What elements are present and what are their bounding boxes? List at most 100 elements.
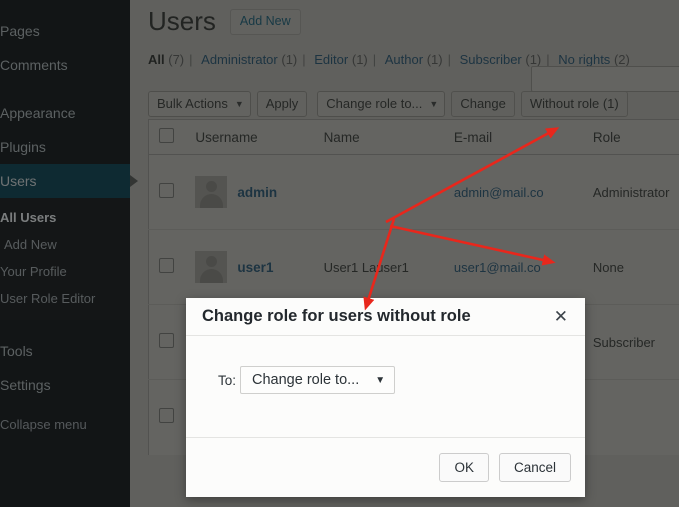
table-row: user1 User1 Lauser1 user1@mail.co None (149, 230, 679, 305)
cell-email: admin@mail.co (444, 155, 583, 230)
chevron-down-icon: ▼ (375, 375, 385, 386)
close-icon[interactable]: ✕ (551, 306, 571, 327)
filter-link-all[interactable]: All (148, 52, 165, 67)
row-checkbox[interactable] (159, 408, 174, 423)
sidebar-subitem-label: Add New (0, 237, 57, 252)
row-checkbox[interactable] (159, 183, 174, 198)
sidebar-submenu-users: All Users Add New Your Profile User Role… (0, 198, 130, 320)
sidebar-item-label: Pages (0, 23, 40, 39)
username-link[interactable]: admin (237, 185, 277, 200)
username-link[interactable]: user1 (237, 260, 273, 275)
sidebar-subitem-label: Your Profile (0, 264, 67, 279)
email-link[interactable]: user1@mail.co (454, 260, 541, 275)
search-input[interactable] (531, 66, 679, 92)
dialog-role-select-value: Change role to... (252, 372, 359, 388)
screenshot-root: Pages Comments Appearance Plugins Users … (0, 0, 679, 507)
sidebar-subitem-all-users[interactable]: All Users (0, 204, 130, 231)
column-header-role: Role (583, 120, 679, 155)
cell-name: User1 Lauser1 (314, 230, 444, 305)
sidebar-item-label: Settings (0, 377, 51, 393)
filter-link-no-rights[interactable]: No rights (558, 52, 610, 67)
filter-link-subscriber-wrap: Subscriber (1) (460, 52, 542, 67)
filter-link-administrator-wrap: Administrator (1) (201, 52, 297, 67)
filter-link-author-wrap: Author (1) (385, 52, 443, 67)
sidebar-item-plugins[interactable]: Plugins (0, 130, 130, 164)
users-table-head: Username Name E-mail Role Po (149, 120, 679, 155)
ok-button[interactable]: OK (439, 453, 489, 483)
filter-link-editor-wrap: Editor (1) (314, 52, 367, 67)
cell-name (314, 155, 444, 230)
row-select-cell (149, 305, 186, 380)
filter-count-administrator: (1) (281, 52, 297, 67)
select-all-header (149, 120, 186, 155)
bulk-actions-select[interactable]: Bulk Actions ▼ (148, 91, 251, 117)
cell-role: None (583, 230, 679, 305)
filter-sep: | (297, 52, 310, 67)
dialog-title: Change role for users without role (202, 307, 551, 326)
filter-count-subscriber: (1) (525, 52, 541, 67)
filter-sep: | (541, 52, 554, 67)
filter-link-administrator[interactable]: Administrator (201, 52, 278, 67)
collapse-menu-button[interactable]: Collapse menu (0, 417, 87, 432)
sidebar-menu: Pages Comments Appearance Plugins Users … (0, 0, 130, 440)
column-header-username[interactable]: Username (185, 120, 313, 155)
add-new-user-button[interactable]: Add New (230, 9, 301, 34)
email-link[interactable]: admin@mail.co (454, 185, 544, 200)
sidebar-item-settings[interactable]: Settings (0, 368, 130, 402)
filter-count-all: (7) (168, 52, 184, 67)
row-select-cell (149, 380, 186, 455)
column-header-name[interactable]: Name (314, 120, 444, 155)
filter-count-author: (1) (427, 52, 443, 67)
filter-separator: | (541, 52, 554, 67)
cancel-button[interactable]: Cancel (499, 453, 571, 483)
sidebar-item-label: Appearance (0, 105, 76, 121)
chevron-down-icon: ▼ (235, 92, 244, 116)
filter-separator: | (184, 52, 197, 67)
cell-role: Administrator (583, 155, 679, 230)
row-checkbox[interactable] (159, 258, 174, 273)
sidebar-subitem-add-new[interactable]: Add New (0, 231, 130, 258)
dialog-body: To: Change role to... ▼ (186, 336, 585, 437)
cell-role: Subscriber (583, 305, 679, 380)
column-header-email[interactable]: E-mail (444, 120, 583, 155)
apply-button[interactable]: Apply (257, 91, 308, 117)
role-filter-links: All (7)| Administrator (1)| Editor (1)| … (148, 40, 679, 67)
cell-username: user1 (185, 230, 313, 305)
filter-link-author[interactable]: Author (385, 52, 423, 67)
dialog-footer: OK Cancel (186, 437, 585, 497)
avatar (195, 251, 227, 283)
filter-link-all-wrap: All (7) (148, 52, 184, 67)
admin-sidebar: Pages Comments Appearance Plugins Users … (0, 0, 130, 507)
sidebar-subitem-your-profile[interactable]: Your Profile (0, 258, 130, 285)
filter-link-editor[interactable]: Editor (314, 52, 348, 67)
sidebar-item-comments[interactable]: Comments (0, 48, 130, 82)
sidebar-item-pages[interactable]: Pages (0, 14, 130, 48)
sidebar-item-label: Tools (0, 343, 33, 359)
row-select-cell (149, 155, 186, 230)
cell-email: user1@mail.co (444, 230, 583, 305)
role-field-label: To: (218, 373, 236, 388)
dialog-role-select[interactable]: Change role to... ▼ (240, 366, 395, 394)
change-button[interactable]: Change (451, 91, 515, 117)
filter-link-no-rights-wrap: No rights (2) (558, 52, 630, 67)
chevron-down-icon: ▼ (429, 92, 438, 116)
sidebar-item-label: Plugins (0, 139, 46, 155)
filter-separator: | (443, 52, 456, 67)
filter-sep: | (184, 52, 197, 67)
select-all-checkbox[interactable] (159, 128, 174, 143)
sidebar-item-users[interactable]: Users (0, 164, 130, 198)
sidebar-divider (0, 82, 130, 96)
without-role-button[interactable]: Without role (1) (521, 91, 628, 117)
row-select-cell (149, 230, 186, 305)
avatar (195, 176, 227, 208)
cell-username: admin (185, 155, 313, 230)
collapse-menu-label: Collapse menu (0, 417, 87, 432)
change-role-to-select[interactable]: Change role to... ▼ (317, 91, 445, 117)
row-checkbox[interactable] (159, 333, 174, 348)
sidebar-subitem-user-role-editor[interactable]: User Role Editor (0, 285, 130, 312)
sidebar-item-appearance[interactable]: Appearance (0, 96, 130, 130)
filter-link-subscriber[interactable]: Subscriber (460, 52, 522, 67)
sidebar-subitem-label: User Role Editor (0, 291, 95, 306)
sidebar-item-tools[interactable]: Tools (0, 334, 130, 368)
dialog-titlebar: Change role for users without role ✕ (186, 298, 585, 336)
